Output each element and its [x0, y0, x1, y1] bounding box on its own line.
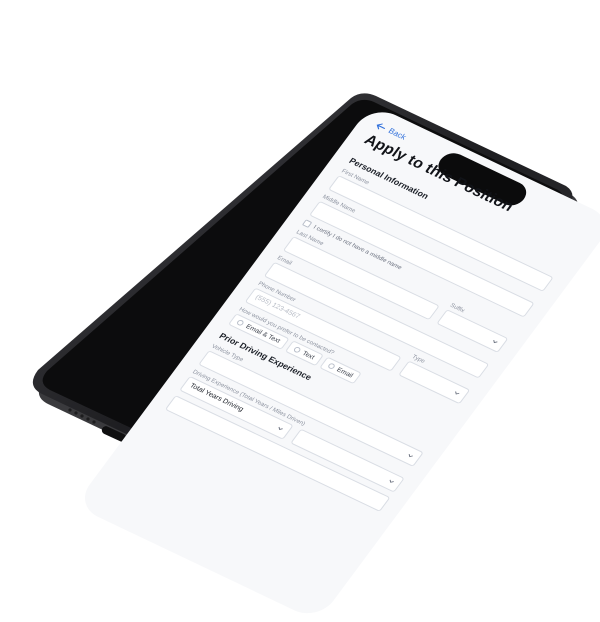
product-mockup: Back Apply to this Position Personal Inf…	[0, 0, 600, 622]
no-middle-name-checkbox[interactable]	[301, 219, 313, 228]
radio-icon	[235, 319, 245, 327]
radio-label: Email	[335, 366, 355, 379]
chevron-down-icon	[278, 426, 283, 430]
chevron-down-icon	[455, 391, 460, 395]
chevron-down-icon	[389, 479, 394, 483]
radio-label: Text	[300, 349, 317, 361]
chevron-down-icon	[408, 454, 413, 458]
chevron-down-icon	[493, 339, 498, 344]
radio-icon	[326, 362, 336, 370]
radio-icon	[292, 345, 302, 354]
back-label: Back	[386, 126, 409, 142]
arrow-left-icon	[376, 123, 386, 129]
